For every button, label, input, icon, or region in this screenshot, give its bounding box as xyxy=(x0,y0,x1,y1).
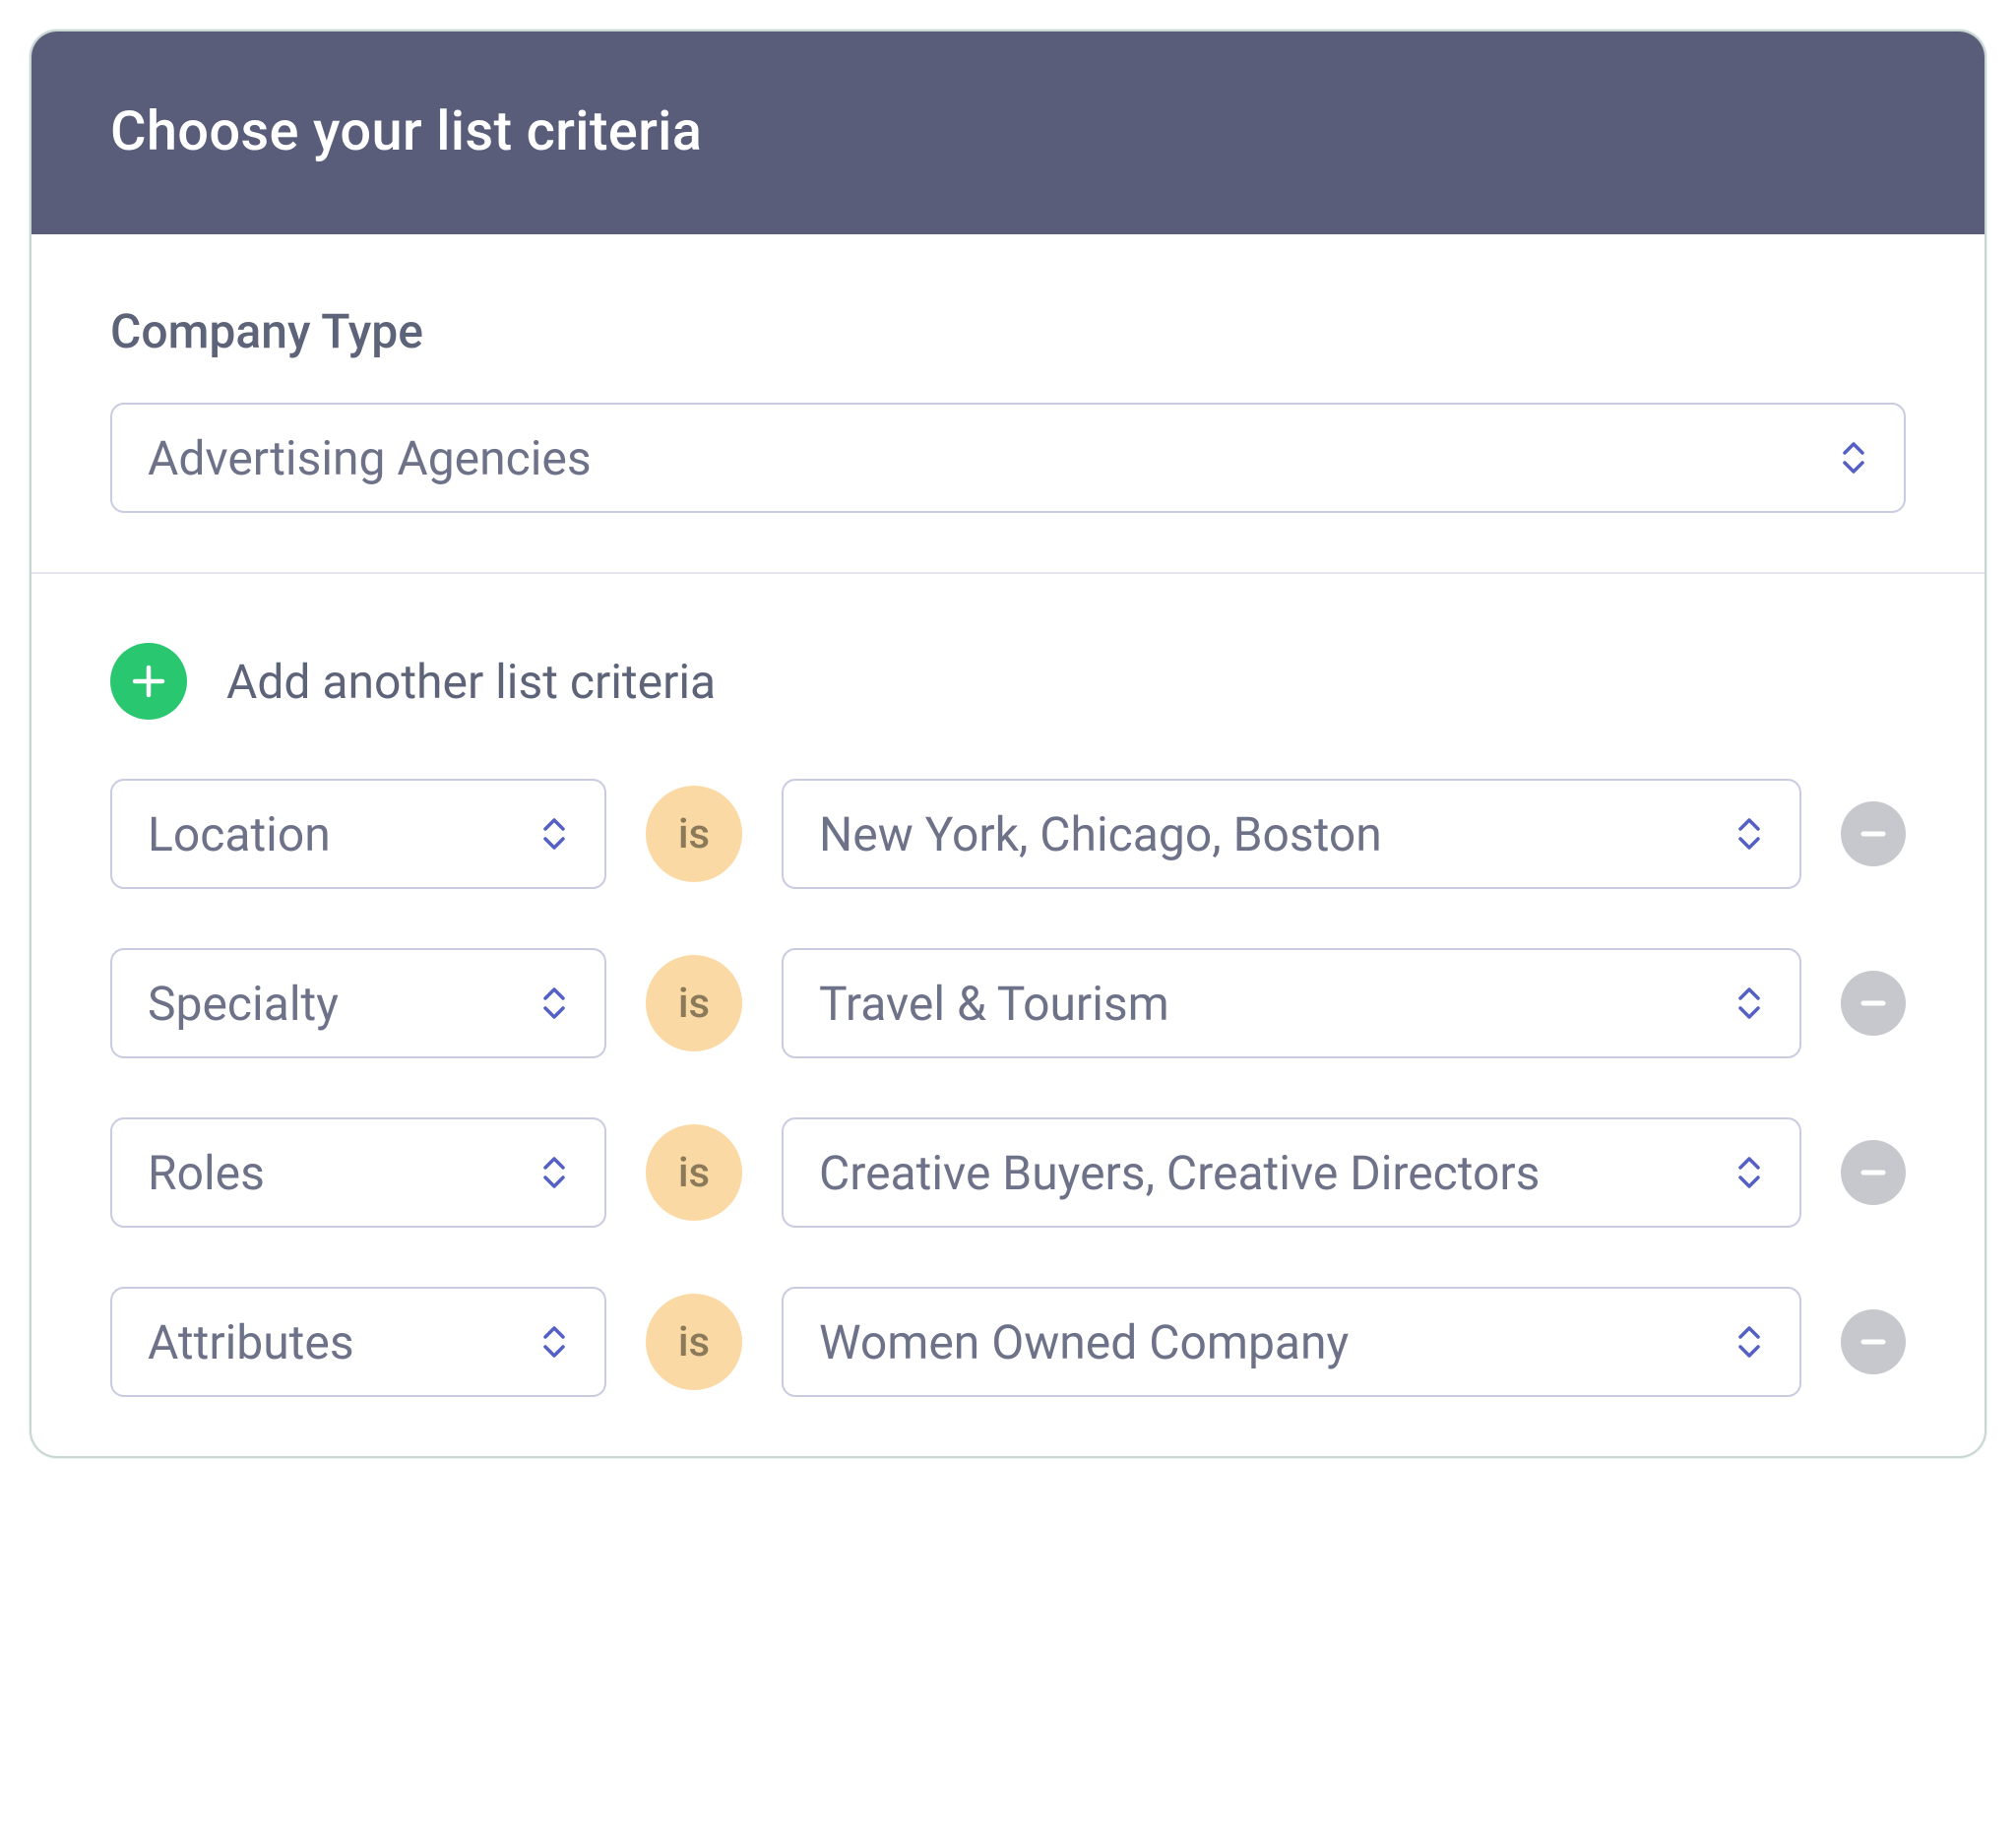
criteria-field-value: Roles xyxy=(148,1145,265,1201)
plus-icon xyxy=(129,662,168,701)
chevron-up-down-icon xyxy=(1734,1322,1764,1362)
minus-icon xyxy=(1857,986,1890,1020)
criteria-row: Attributes is Women Owned Company xyxy=(110,1287,1906,1397)
header-title: Choose your list criteria xyxy=(110,98,1906,163)
remove-criteria-button[interactable] xyxy=(1841,971,1906,1036)
criteria-operator-text: is xyxy=(678,980,710,1028)
criteria-operator-pill: is xyxy=(646,1294,742,1390)
add-criteria-row: Add another list criteria xyxy=(110,643,1906,720)
criteria-value-text: Women Owned Company xyxy=(819,1314,1349,1370)
company-type-section: Company Type Advertising Agencies xyxy=(32,234,1984,572)
minus-icon xyxy=(1857,1325,1890,1359)
chevron-up-down-icon xyxy=(1734,814,1764,854)
remove-criteria-button[interactable] xyxy=(1841,1309,1906,1374)
chevron-up-down-icon xyxy=(539,1322,569,1362)
company-type-value: Advertising Agencies xyxy=(148,430,592,486)
criteria-row: Roles is Creative Buyers, Creative Direc… xyxy=(110,1117,1906,1228)
criteria-operator-pill: is xyxy=(646,786,742,882)
criteria-value-text: Creative Buyers, Creative Directors xyxy=(819,1145,1540,1201)
card-header: Choose your list criteria xyxy=(32,32,1984,234)
criteria-value-text: Travel & Tourism xyxy=(819,976,1169,1032)
company-type-label: Company Type xyxy=(110,303,1906,359)
criteria-row: Location is New York, Chicago, Boston xyxy=(110,779,1906,889)
minus-icon xyxy=(1857,1156,1890,1189)
chevron-up-down-icon xyxy=(1734,984,1764,1023)
criteria-field-select[interactable]: Roles xyxy=(110,1117,606,1228)
criteria-value-select[interactable]: Women Owned Company xyxy=(782,1287,1801,1397)
criteria-operator-pill: is xyxy=(646,955,742,1051)
chevron-up-down-icon xyxy=(1839,438,1868,477)
add-criteria-button[interactable] xyxy=(110,643,187,720)
criteria-value-select[interactable]: Creative Buyers, Creative Directors xyxy=(782,1117,1801,1228)
criteria-field-value: Attributes xyxy=(148,1314,354,1370)
criteria-operator-pill: is xyxy=(646,1124,742,1221)
criteria-value-select[interactable]: Travel & Tourism xyxy=(782,948,1801,1058)
criteria-operator-text: is xyxy=(678,1149,710,1197)
company-type-select[interactable]: Advertising Agencies xyxy=(110,403,1906,513)
criteria-field-select[interactable]: Location xyxy=(110,779,606,889)
criteria-rows: Location is New York, Chicago, Boston xyxy=(110,779,1906,1397)
criteria-operator-text: is xyxy=(678,1318,710,1366)
criteria-field-select[interactable]: Attributes xyxy=(110,1287,606,1397)
add-criteria-label: Add another list criteria xyxy=(226,654,716,710)
remove-criteria-button[interactable] xyxy=(1841,1140,1906,1205)
minus-icon xyxy=(1857,817,1890,851)
criteria-operator-text: is xyxy=(678,810,710,858)
criteria-field-select[interactable]: Specialty xyxy=(110,948,606,1058)
chevron-up-down-icon xyxy=(1734,1153,1764,1192)
criteria-field-value: Specialty xyxy=(148,976,339,1032)
chevron-up-down-icon xyxy=(539,984,569,1023)
criteria-card: Choose your list criteria Company Type A… xyxy=(30,30,1986,1458)
remove-criteria-button[interactable] xyxy=(1841,801,1906,866)
chevron-up-down-icon xyxy=(539,814,569,854)
criteria-value-select[interactable]: New York, Chicago, Boston xyxy=(782,779,1801,889)
criteria-field-value: Location xyxy=(148,806,331,862)
criteria-row: Specialty is Travel & Tourism xyxy=(110,948,1906,1058)
chevron-up-down-icon xyxy=(539,1153,569,1192)
criteria-section: Add another list criteria Location is Ne… xyxy=(32,572,1984,1456)
criteria-value-text: New York, Chicago, Boston xyxy=(819,806,1382,862)
